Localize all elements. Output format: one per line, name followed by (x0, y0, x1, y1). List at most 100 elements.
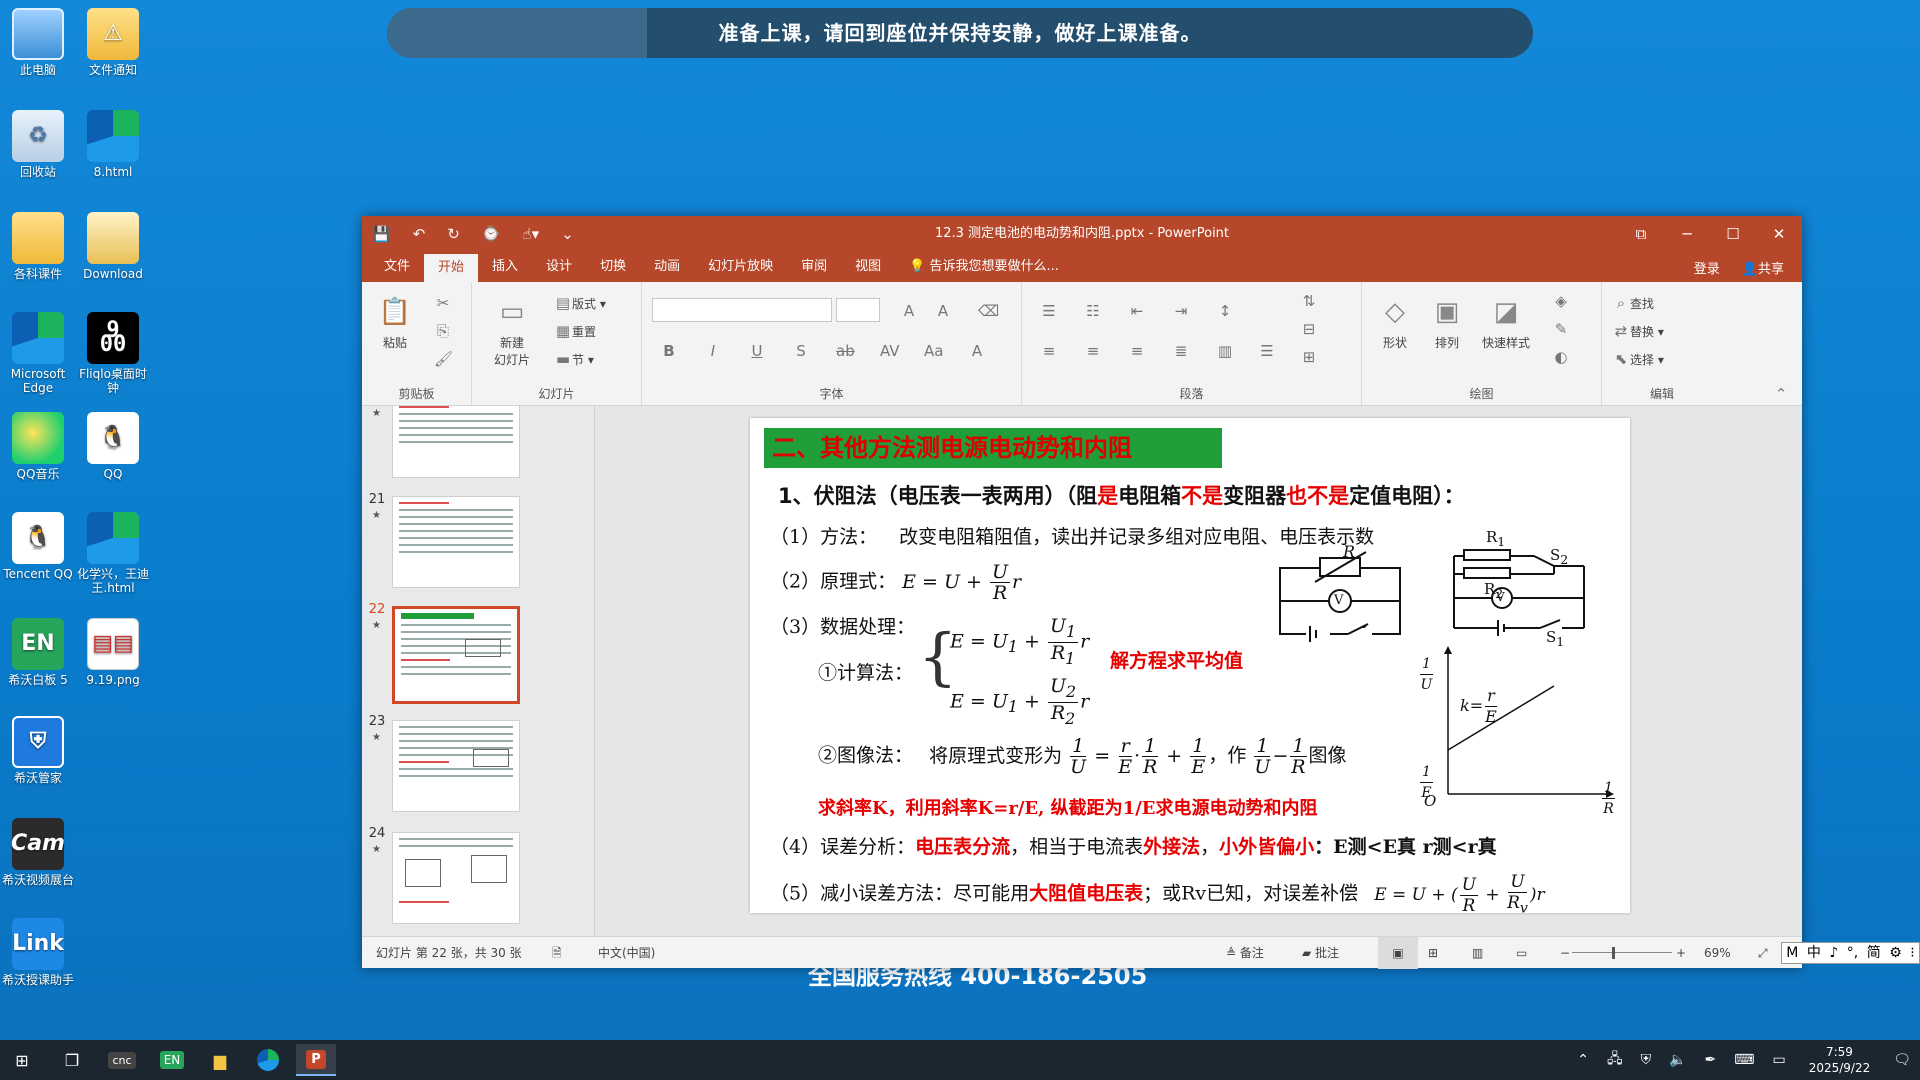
grow-font-icon[interactable]: A (900, 302, 918, 320)
new-slide-button[interactable]: ▭ 新建 幻灯片 (482, 294, 542, 368)
slide-sorter-icon[interactable]: ⊞ (1428, 937, 1438, 969)
distributed-icon[interactable]: ☰ (1258, 342, 1276, 360)
ime-punctuation[interactable]: °, (1847, 943, 1858, 963)
line-spacing-icon[interactable]: ↕ (1216, 302, 1234, 320)
tell-me-box[interactable]: 💡 告诉我您想要做什么... (895, 252, 1073, 282)
layout-button[interactable]: ▤ 版式 ▾ (554, 294, 606, 312)
cut-icon[interactable]: ✂ (434, 294, 452, 312)
justify-icon[interactable]: ≣ (1172, 342, 1190, 360)
tab-file[interactable]: 文件 (370, 252, 424, 282)
ribbon-display-icon[interactable]: ⧉ (1618, 216, 1664, 252)
keyboard-icon[interactable]: ⌨ (1734, 1052, 1754, 1068)
tab-animations[interactable]: 动画 (640, 252, 694, 282)
pen-icon[interactable]: ✒ (1705, 1052, 1717, 1068)
tab-transitions[interactable]: 切换 (586, 252, 640, 282)
format-painter-icon[interactable]: 🖌 (434, 350, 453, 368)
notification-icon[interactable]: 🗨 (1893, 1052, 1911, 1068)
numbering-icon[interactable]: ☷ (1084, 302, 1102, 320)
chevron-up-icon[interactable]: ⌃ (1577, 1052, 1589, 1068)
normal-view-icon[interactable]: ▣ (1378, 937, 1418, 969)
tab-view[interactable]: 视图 (841, 252, 895, 282)
zoom-slider[interactable] (1572, 937, 1672, 959)
desktop-icon-fliqlo[interactable]: 9 00 Fliqlo桌面时钟 (75, 312, 151, 395)
shape-effects-icon[interactable]: ◐ (1552, 348, 1570, 366)
desktop-icon-tencent-qq[interactable]: 🐧 Tencent QQ (0, 512, 76, 581)
desktop-icon-seewo-manager[interactable]: ⛨ 希沃管家 (0, 716, 76, 785)
desktop-icon-download[interactable]: Download (75, 212, 151, 281)
shadow-icon[interactable]: S (792, 342, 810, 360)
start-button[interactable]: ⊞ (2, 1044, 42, 1076)
align-text-icon[interactable]: ⊟ (1300, 320, 1318, 338)
zoom-level[interactable]: 69% (1704, 937, 1731, 969)
smartart-icon[interactable]: ⊞ (1300, 348, 1318, 366)
network-share-icon[interactable]: 🖧 (1607, 1048, 1623, 1072)
desktop-icon-file-notice[interactable]: ⚠ 文件通知 (75, 8, 151, 77)
desktop-icon-919-png[interactable]: ▤▤ 9.19.png (75, 618, 151, 687)
strikethrough-icon[interactable]: ab (836, 342, 855, 360)
columns-icon[interactable]: ▥ (1216, 342, 1234, 360)
slide-thumbnail-20[interactable] (392, 406, 520, 478)
paste-button[interactable]: 📋 粘贴 (370, 294, 420, 351)
decrease-indent-icon[interactable]: ⇤ (1128, 302, 1146, 320)
ime-settings-icon[interactable]: ⚙ (1889, 943, 1902, 963)
replace-button[interactable]: ⇄ 替换 ▾ (1612, 322, 1664, 340)
notes-button[interactable]: ≜ 备注 (1226, 937, 1264, 969)
taskbar-app-edge[interactable] (248, 1044, 288, 1076)
section-button[interactable]: ▬ 节 ▾ (554, 350, 594, 368)
taskbar-app-explorer[interactable]: ▆ (200, 1044, 240, 1076)
desktop-icon-seewo-link[interactable]: Link 希沃授课助手 (0, 918, 76, 987)
maximize-button[interactable]: ☐ (1710, 216, 1756, 252)
bullets-icon[interactable]: ☰ (1040, 302, 1058, 320)
desktop-icon-courseware[interactable]: 各科课件 (0, 212, 76, 281)
tab-home[interactable]: 开始 (424, 254, 479, 282)
spelling-icon[interactable]: 🗎 (552, 937, 562, 969)
taskbar-app-whiteboard[interactable]: EN (152, 1044, 192, 1076)
slideshow-view-icon[interactable]: ▭ (1516, 937, 1527, 969)
tab-design[interactable]: 设计 (532, 252, 586, 282)
font-size-box[interactable] (836, 298, 880, 322)
desktop-icon-seewo-board[interactable]: EN 希沃白板 5 (0, 618, 76, 687)
security-icon[interactable]: ⛨ (1641, 1052, 1652, 1068)
text-direction-icon[interactable]: ⇅ (1300, 292, 1318, 310)
change-case-icon[interactable]: Aa (924, 342, 943, 360)
ime-logo[interactable]: M (1786, 943, 1798, 963)
slide-thumbnail-22[interactable] (392, 606, 520, 704)
desktop-icon-this-pc[interactable]: 此电脑 (0, 8, 76, 77)
tab-insert[interactable]: 插入 (478, 252, 532, 282)
taskbar-app-powerpoint[interactable]: P (296, 1044, 336, 1076)
reading-view-icon[interactable]: ▥ (1472, 937, 1483, 969)
slide-thumbnail-23[interactable] (392, 720, 520, 812)
slide-thumbnail-21[interactable] (392, 496, 520, 588)
tab-review[interactable]: 审阅 (787, 252, 841, 282)
desktop-icon-qq-music[interactable]: QQ音乐 (0, 412, 76, 481)
reset-button[interactable]: ▦ 重置 (554, 322, 596, 340)
increase-indent-icon[interactable]: ⇥ (1172, 302, 1190, 320)
tab-slideshow[interactable]: 幻灯片放映 (694, 252, 787, 282)
comments-button[interactable]: ▰ 批注 (1302, 937, 1339, 969)
zoom-out-button[interactable]: − (1560, 937, 1570, 969)
desktop-icon-qq[interactable]: 🐧 QQ (75, 412, 151, 481)
volume-icon[interactable]: 🔈 (1669, 1052, 1686, 1068)
ime-more-icon[interactable]: ⁝ (1910, 943, 1914, 963)
align-right-icon[interactable]: ≡ (1128, 342, 1146, 360)
task-view-button[interactable]: ❐ (52, 1044, 92, 1076)
ime-simplified[interactable]: 简 (1867, 943, 1881, 963)
taskbar-app-seewo[interactable]: cnc (102, 1044, 142, 1076)
spacing-icon[interactable]: AV (880, 342, 900, 360)
font-color-icon[interactable]: A (968, 342, 986, 360)
clear-format-icon[interactable]: ⌫ (978, 302, 999, 320)
close-button[interactable]: ✕ (1756, 216, 1802, 252)
shape-outline-icon[interactable]: ✎ (1552, 320, 1570, 338)
select-button[interactable]: ⬉ 选择 ▾ (1612, 350, 1664, 368)
font-name-box[interactable] (652, 298, 832, 322)
zoom-in-button[interactable]: + (1676, 937, 1686, 969)
shapes-button[interactable]: ◇ 形状 (1372, 294, 1418, 351)
desktop-icon-recycle-bin[interactable]: ♻ 回收站 (0, 110, 76, 179)
copy-icon[interactable]: ⎘ (434, 322, 452, 340)
align-left-icon[interactable]: ≡ (1040, 342, 1058, 360)
ime-chinese-mode[interactable]: 中 (1807, 943, 1821, 963)
language-indicator[interactable]: 中文(中国) (598, 937, 655, 969)
underline-icon[interactable]: U (748, 342, 766, 360)
desktop-icon-chem-html[interactable]: 化学兴，王迪王.html (75, 512, 151, 595)
slide-canvas[interactable]: 二、其他方法测电源电动势和内阻 1、伏阻法（电压表一表两用）（阻是电阻箱不是变阻… (750, 418, 1630, 916)
